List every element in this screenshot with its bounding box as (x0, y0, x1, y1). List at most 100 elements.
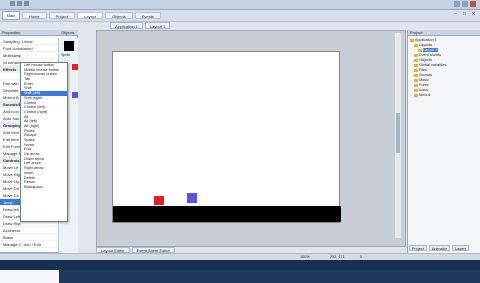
blue-object-icon[interactable] (72, 92, 78, 98)
ribbon-restore-icon[interactable]: □ (461, 11, 468, 18)
sprite-object-icon[interactable] (64, 41, 74, 51)
folder-icon (414, 73, 418, 77)
folder-icon (414, 63, 418, 67)
property-value: Linear (21, 39, 33, 44)
object-label: Sprite (61, 53, 71, 57)
property-name: Edit Item (3, 137, 19, 142)
layout-editor[interactable] (96, 30, 406, 247)
document-tabs: Application 1 Layout 1 (110, 22, 171, 29)
property-name: Simulate (3, 88, 19, 93)
tree-item-label: Music (419, 78, 429, 82)
property-name: Move Up (3, 179, 20, 184)
tab-events[interactable]: Events (134, 12, 161, 19)
tab-objects[interactable]: Objects (105, 12, 133, 19)
red-object-icon[interactable] (72, 64, 78, 70)
save-icon[interactable] (10, 1, 15, 6)
scrollbar-thumb[interactable] (396, 113, 400, 153)
project-tree-item[interactable]: Menus (410, 93, 478, 98)
folder-icon (414, 78, 418, 82)
folder-icon (414, 88, 418, 92)
tab-layout[interactable]: Layout (77, 12, 104, 19)
folder-icon (414, 58, 418, 62)
tree-item-label: Icons (419, 88, 429, 92)
folder-icon (414, 43, 418, 47)
property-name: Move Le (3, 165, 19, 170)
tab-home[interactable]: Home (22, 12, 47, 19)
maximize-button[interactable] (462, 1, 468, 7)
properties-header: Properties (0, 30, 59, 36)
redo-icon[interactable] (24, 1, 29, 6)
right-panel-tabs: Project Animator Layers (409, 245, 470, 251)
objects-header: Objects (59, 30, 78, 36)
property-row[interactable]: Font Antialiased (0, 45, 58, 52)
folder-icon (418, 48, 422, 52)
property-value: Antialiased (13, 46, 33, 51)
tab-layers[interactable]: Layers (452, 245, 470, 251)
status-bar: 100% 252, 171 0 (0, 253, 480, 260)
property-name: Multisamp (3, 53, 22, 58)
ribbon-close-icon[interactable]: ✕ (470, 11, 477, 18)
blue-sprite[interactable] (187, 193, 197, 203)
property-name: Manage C (3, 242, 22, 247)
ribbon-minimize-icon[interactable]: – (452, 11, 459, 18)
property-name: Draw Rigt (3, 221, 21, 226)
property-name: Move Rig (3, 172, 20, 177)
tree-item-label: Files (419, 68, 428, 72)
title-bar (0, 0, 480, 10)
property-name: Accelerat (3, 228, 20, 233)
minimize-button[interactable] (454, 1, 460, 7)
property-row[interactable]: Sampling Linear (0, 38, 58, 45)
tab-project-panel[interactable]: Project (409, 245, 427, 251)
property-name: Sampling (3, 39, 20, 44)
floor-sprite[interactable] (113, 206, 341, 222)
tree-item-label: Layout 1 (423, 48, 438, 52)
property-name: Grouping (3, 123, 21, 128)
folder-icon (410, 38, 414, 42)
close-button[interactable] (470, 1, 476, 7)
layout-canvas[interactable] (112, 51, 341, 223)
property-name: Jump (3, 200, 13, 205)
ribbon-tabs: Home Project Layout Objects Events (22, 12, 161, 19)
tree-item-label: Menus (419, 93, 431, 97)
property-row[interactable]: Accelerat (0, 227, 58, 234)
red-sprite[interactable] (154, 196, 164, 205)
os-taskbar (0, 260, 480, 270)
quick-access-toolbar (10, 1, 29, 6)
property-name: Add Item (3, 130, 20, 135)
main-menu-button[interactable]: Main (2, 11, 20, 20)
tab-project[interactable]: Project (48, 12, 76, 19)
application-window: Main Home Project Layout Objects Events … (0, 0, 480, 283)
project-panel: Project Application 1 Layouts Layout 1 Even… (407, 30, 480, 253)
tree-item-label: Fonts (419, 83, 429, 87)
tree-item-label: Sounds (419, 73, 432, 77)
tree-item-label: Objects (419, 58, 432, 62)
vertical-scrollbar[interactable] (395, 33, 401, 238)
property-row[interactable]: Multisamp (0, 52, 58, 59)
dropdown-option[interactable]: Backspace (21, 185, 67, 190)
tab-animator[interactable]: Animator (428, 245, 451, 251)
folder-icon (414, 53, 418, 57)
property-name: Move Dn (3, 186, 20, 191)
property-name: Draw Left (3, 214, 21, 219)
tree-item-label: Application 1 (415, 38, 437, 42)
property-row[interactable]: Manage C Add / Edit (0, 241, 58, 248)
folder-icon (414, 93, 418, 97)
property-name: Manage F (3, 151, 22, 156)
property-name: Move Do (3, 193, 20, 198)
property-name: Brake (3, 235, 14, 240)
tab-application[interactable]: Application 1 (110, 22, 143, 29)
property-name: Controls (3, 158, 20, 163)
property-value: Add / Edit (23, 242, 41, 247)
tree-item-label: Event sheets (419, 53, 441, 57)
property-row[interactable]: Brake (0, 234, 58, 241)
folder-icon (414, 68, 418, 72)
property-name: Run with (3, 81, 19, 86)
property-name: Auto Sav (3, 116, 20, 121)
undo-icon[interactable] (17, 1, 22, 6)
property-name: Effects (3, 67, 17, 72)
tab-layout-1[interactable]: Layout 1 (144, 22, 171, 29)
key-dropdown-list[interactable]: Left mouse button Middle mouse button Righ… (20, 62, 68, 222)
tree-item-label: Global variables (419, 63, 447, 67)
project-tree: Application 1 Layouts Layout 1 Event sheets… (408, 36, 480, 100)
folder-icon (414, 83, 418, 87)
